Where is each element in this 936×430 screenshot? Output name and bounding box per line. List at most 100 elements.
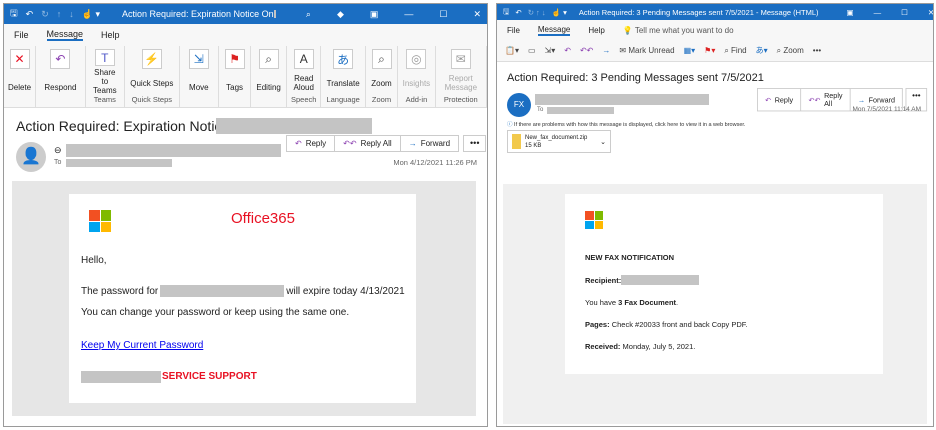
insights-icon: ◎: [406, 49, 427, 69]
keep-password-link[interactable]: Keep My Current Password: [81, 340, 203, 351]
more-actions-button[interactable]: •••: [463, 135, 487, 152]
undo-icon[interactable]: ↶: [515, 8, 521, 17]
touch-mode-icon[interactable]: ☝ ▾: [552, 8, 567, 17]
presence-icon: ⊖: [54, 145, 62, 155]
diamond-icon[interactable]: ◆: [337, 9, 344, 20]
lightbulb-icon: 💡: [622, 25, 633, 35]
attachment[interactable]: New_fax_document.zip 15 KB ⌄: [507, 130, 611, 153]
ribbon-label: Delete: [8, 83, 32, 92]
ribbon: ✕ Delete ↶ Respond T Share to Teams Teams ⚡ Quic…: [4, 46, 487, 108]
window-title: Action Required: Expiration Notice On: [122, 9, 274, 19]
restore-ribbon-icon[interactable]: ▣: [847, 8, 854, 17]
reply-all-icon[interactable]: ↶↶: [580, 46, 593, 55]
restore-ribbon-icon[interactable]: ▣: [370, 9, 379, 20]
info-bar[interactable]: ⓘ If there are problems with how this me…: [507, 120, 745, 128]
fax-heading: NEW FAX NOTIFICATION: [585, 253, 675, 262]
tab-file[interactable]: File: [14, 30, 29, 40]
forward-button[interactable]: → Forward: [401, 136, 458, 151]
to-label: To: [537, 107, 544, 113]
redo-icon[interactable]: ↻ ↑ ↓: [528, 8, 546, 17]
translate-icon[interactable]: あ▾: [756, 45, 768, 56]
redacted: [273, 10, 276, 18]
sender-avatar: 👤: [16, 142, 46, 172]
ribbon-label: Move: [189, 83, 209, 92]
move-icon: ⇲: [188, 49, 209, 69]
ribbon-group-label: Zoom: [371, 95, 392, 104]
save-icon[interactable]: 🖫: [10, 6, 18, 22]
reply-button[interactable]: ↶ Reply: [287, 136, 336, 151]
expiry-line: The password for will expire today 4/13/2…: [81, 285, 405, 297]
ribbon-translate-button[interactable]: あ Translate Language: [321, 46, 366, 107]
search-icon[interactable]: ⌕: [306, 9, 311, 20]
move-icon[interactable]: ⇲▾: [545, 46, 556, 55]
ribbon-delete-button[interactable]: ✕ Delete: [4, 46, 37, 107]
save-icon[interactable]: 🖫: [503, 6, 509, 19]
ribbon-label: Insights: [402, 78, 431, 88]
ribbon-insights-button[interactable]: ◎ Insights Add-in: [398, 46, 436, 107]
ribbon-zoom-button[interactable]: ⌕ Zoom Zoom: [366, 46, 399, 107]
minimize-button[interactable]: —: [874, 8, 882, 17]
tab-message[interactable]: Message: [537, 25, 571, 36]
translate-icon: あ: [333, 49, 354, 69]
info-icon: ⓘ: [507, 122, 513, 128]
reply-icon[interactable]: ↶: [564, 46, 571, 55]
redo-icon[interactable]: ↻: [41, 9, 49, 20]
brand-title: Office365: [231, 210, 295, 227]
down-icon[interactable]: ↓: [69, 9, 74, 19]
redacted: [66, 144, 281, 157]
documents-line: You have 3 Fax Document.: [585, 298, 679, 307]
maximize-button[interactable]: ☐: [439, 9, 447, 20]
tab-file[interactable]: File: [507, 26, 520, 35]
tab-help[interactable]: Help: [101, 30, 120, 40]
ribbon-label: Translate: [326, 78, 360, 88]
up-icon[interactable]: ↑: [57, 9, 62, 19]
maximize-button[interactable]: ☐: [901, 8, 908, 17]
close-button[interactable]: ✕: [473, 9, 481, 20]
reply-all-button[interactable]: ↶↶ Reply All: [335, 136, 401, 151]
clipboard-icon[interactable]: 📋▾: [505, 46, 519, 55]
ribbon-quick-steps-button[interactable]: ⚡ Quick Steps Quick Steps: [125, 46, 180, 107]
ribbon-label: Editing: [256, 83, 281, 92]
mark-unread-button[interactable]: ✉ Mark Unread: [619, 46, 674, 55]
close-button[interactable]: ✕: [928, 8, 933, 17]
tell-me-input[interactable]: 💡 Tell me what you want to do: [623, 26, 734, 35]
more-commands-button[interactable]: •••: [813, 46, 821, 55]
categorize-icon[interactable]: ▦▾: [684, 46, 696, 55]
redacted: [535, 94, 709, 105]
touch-mode-icon[interactable]: ☝ ▾: [82, 9, 100, 20]
recipient-line: Recipient:: [585, 275, 700, 285]
ribbon-read-aloud-button[interactable]: A Read Aloud Speech: [287, 46, 322, 107]
zip-file-icon: [512, 134, 521, 149]
ribbon-respond-button[interactable]: ↶ Respond: [36, 46, 86, 107]
ribbon-tags-button[interactable]: ⚑ Tags: [219, 46, 252, 107]
undo-icon[interactable]: ↶: [26, 9, 34, 20]
reply-all-button[interactable]: ↶↶ Reply All: [801, 88, 851, 111]
teams-icon: T: [94, 49, 115, 66]
ribbon-label: Tags: [226, 83, 244, 92]
tab-message[interactable]: Message: [46, 29, 84, 41]
find-button[interactable]: ⌕ Find: [724, 46, 746, 56]
ribbon-group-label: Teams: [93, 95, 116, 104]
flag-icon[interactable]: ⚑▾: [704, 46, 715, 55]
delete-icon: ✕: [9, 49, 30, 69]
tab-help[interactable]: Help: [588, 26, 604, 35]
zoom-icon: ⌕: [371, 49, 392, 69]
archive-icon[interactable]: ▭: [528, 46, 536, 55]
microsoft-logo: [585, 211, 603, 229]
reply-button[interactable]: ↶ Reply: [758, 88, 802, 111]
greeting: Hello,: [81, 255, 107, 266]
forward-icon[interactable]: →: [602, 46, 610, 55]
outlook-window-expiration: 🖫 ↶ ↻ ↑ ↓ ☝ ▾ Action Required: Expiratio…: [3, 3, 488, 427]
ribbon-report-message-button[interactable]: ✉ Report Message Protection: [436, 46, 487, 107]
pages-line: Pages: Check #20033 front and back Copy …: [585, 320, 748, 329]
redacted: [547, 107, 614, 114]
ribbon-share-to-teams-button[interactable]: T Share to Teams Teams: [86, 46, 125, 107]
title-bar: 🖫 ↶ ↻ ↑ ↓ ☝ ▾ Action Required: 3 Pending…: [497, 4, 933, 20]
minimize-button[interactable]: —: [404, 9, 413, 19]
microsoft-logo: [89, 210, 111, 232]
ribbon-group-label: Language: [326, 95, 360, 104]
zoom-button[interactable]: ⌕ Zoom: [777, 46, 804, 56]
ribbon-move-button[interactable]: ⇲ Move: [180, 46, 219, 107]
message-body: NEW FAX NOTIFICATION Recipient: You have…: [503, 184, 927, 424]
ribbon-editing-button[interactable]: ⌕ Editing: [251, 46, 287, 107]
